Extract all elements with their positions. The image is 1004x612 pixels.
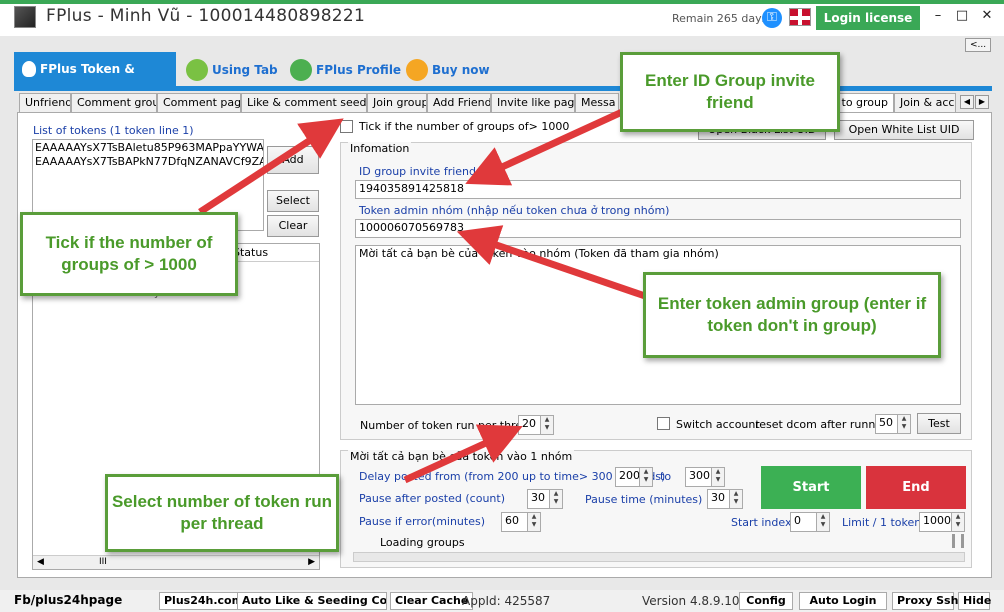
- hide-button[interactable]: Hide: [958, 592, 991, 610]
- plus24h-button[interactable]: Plus24h.com: [159, 592, 249, 610]
- callout-id-group: Enter ID Group invite friend: [620, 52, 840, 132]
- arrow-to-token-admin: [456, 225, 647, 300]
- callout-tick: Tick if the number of groups of > 1000: [20, 212, 238, 296]
- auto-like-button[interactable]: Auto Like & Seeding Com...: [237, 592, 387, 610]
- config-button[interactable]: Config: [739, 592, 793, 610]
- proxy-ssh-button[interactable]: Proxy Ssh: [892, 592, 958, 610]
- arrow-to-id-group: [465, 108, 624, 186]
- callout-token-admin: Enter token admin group (enter if token …: [643, 272, 941, 358]
- arrow-to-tick: [198, 118, 344, 215]
- auto-login-button[interactable]: Auto Login: [799, 592, 887, 610]
- appid-label: AppId: 425587: [462, 594, 551, 608]
- version-label: Version 4.8.9.10: [642, 594, 740, 608]
- callout-threads: Select number of token run per thread: [105, 474, 339, 552]
- fb-page-link[interactable]: Fb/plus24hpage: [14, 593, 122, 607]
- clear-cache-button[interactable]: Clear Cache: [390, 592, 474, 610]
- arrow-to-threads: [403, 424, 523, 484]
